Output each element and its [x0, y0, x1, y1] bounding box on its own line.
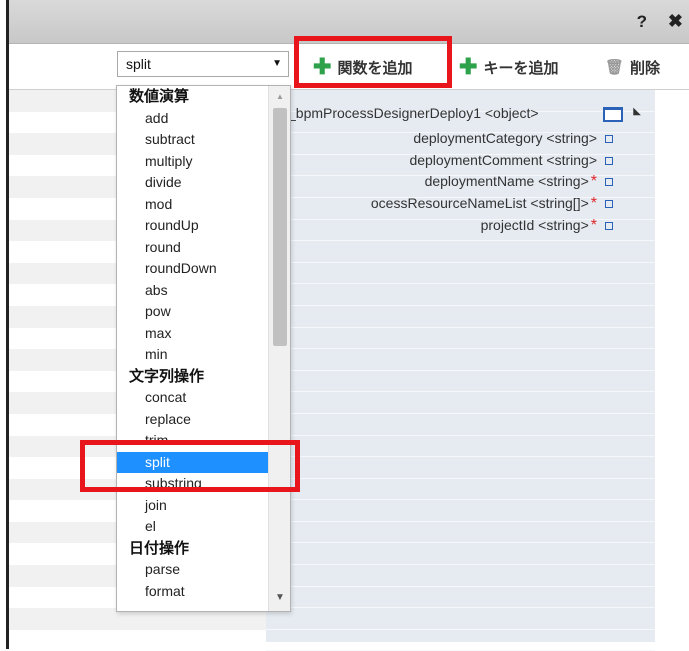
tree-field-label: deploymentComment <string> — [409, 152, 597, 168]
function-select[interactable]: split ▼ — [117, 51, 289, 77]
right-pane-row — [266, 328, 655, 350]
dropdown-option-roundDown[interactable]: roundDown — [117, 258, 290, 280]
dropdown-option-min[interactable]: min — [117, 344, 290, 366]
dropdown-option-concat[interactable]: concat — [117, 387, 290, 409]
dropdown-option-roundUp[interactable]: roundUp — [117, 215, 290, 237]
dropdown-option-format[interactable]: format — [117, 581, 290, 603]
dropdown-group-header: 文字列操作 — [129, 367, 205, 385]
right-pane-row — [266, 479, 655, 501]
tree-field-text: ocessResourceNameList <string[]> — [370, 195, 589, 212]
tree-field-text: deploymentComment <string> — [409, 151, 597, 168]
scrollbar-thumb[interactable] — [273, 108, 287, 346]
dropdown-option-join[interactable]: join — [117, 495, 290, 517]
right-pane-row — [266, 392, 655, 414]
dropdown-scrollbar[interactable]: ▲ ▼ — [268, 86, 290, 611]
dropdown-option-round[interactable]: round — [117, 237, 290, 259]
right-pane-row — [266, 457, 655, 479]
dropdown-option-divide[interactable]: divide — [117, 172, 290, 194]
function-select-value: split — [126, 56, 151, 72]
left-pane-row — [9, 629, 266, 651]
right-pane-row — [266, 414, 655, 436]
dropdown-option-el[interactable]: el — [117, 516, 290, 538]
dropdown-option-pow[interactable]: pow — [117, 301, 290, 323]
right-pane-row — [266, 587, 655, 609]
right-pane-row — [266, 306, 655, 328]
mapping-anchor-icon[interactable] — [605, 156, 613, 165]
dropdown-option-abs[interactable]: abs — [117, 280, 290, 302]
highlight-add-function — [294, 36, 452, 88]
dropdown-option-replace[interactable]: replace — [117, 409, 290, 431]
add-key-button[interactable]: ✚ キーを追加 — [459, 54, 558, 80]
tree-field-text: projectId <string> — [480, 216, 589, 233]
chevron-down-icon[interactable]: ▼ — [272, 58, 282, 69]
required-marker: * — [590, 216, 597, 234]
required-marker: * — [590, 173, 597, 191]
right-pane-row — [266, 349, 655, 371]
function-dropdown-list[interactable]: 数値演算 add subtract multiply divide mod roundUp r… — [116, 85, 291, 612]
tree-root-label: _bpmProcessDesignerDeploy1 <object> — [288, 105, 539, 121]
tree-field-label: projectId <string> * — [481, 217, 597, 235]
scroll-down-icon[interactable]: ▼ — [275, 592, 285, 603]
tree-field-label: deploymentCategory <string> — [413, 130, 597, 146]
right-pane-row — [266, 371, 655, 393]
mapping-anchor-icon[interactable] — [605, 178, 613, 187]
trash-icon: 🗑 — [605, 59, 625, 76]
help-icon[interactable]: ? — [637, 12, 647, 32]
right-pane-row — [266, 500, 655, 522]
right-pane-row — [266, 543, 655, 566]
right-pane-row — [266, 608, 655, 630]
dropdown-option-max[interactable]: max — [117, 323, 290, 345]
dropdown-group-header: 数値演算 — [129, 88, 190, 105]
right-pane-row — [266, 263, 655, 285]
delete-label: 削除 — [630, 59, 661, 77]
right-pane-row — [266, 630, 655, 651]
tree-field-label: deploymentName <string> * — [425, 173, 597, 191]
collapse-triangle-icon[interactable]: ◣ — [633, 106, 641, 117]
close-icon[interactable]: ✖ — [668, 11, 683, 32]
plus-icon: ✚ — [459, 54, 478, 79]
dropdown-option-mod[interactable]: mod — [117, 194, 290, 216]
mapping-anchor-icon[interactable] — [605, 135, 613, 143]
tree-field-text: deploymentName <string> — [424, 173, 589, 190]
scroll-up-icon[interactable]: ▲ — [276, 92, 284, 101]
right-pane-row — [266, 284, 655, 306]
required-marker: * — [590, 195, 597, 213]
tree-field-label: ocessResourceNameList <string[]> * — [371, 195, 597, 213]
delete-button[interactable]: 🗑 削除 — [605, 54, 660, 80]
dropdown-option-subtract[interactable]: subtract — [117, 129, 290, 151]
dropdown-option-parse[interactable]: parse — [117, 559, 290, 581]
right-pane-row — [266, 241, 655, 263]
tree-root-node[interactable]: _bpmProcessDesignerDeploy1 <object> ◣ — [266, 101, 655, 127]
dropdown-option-multiply[interactable]: multiply — [117, 151, 290, 173]
right-pane-row — [266, 565, 655, 587]
mapping-anchor-icon[interactable] — [605, 221, 613, 230]
add-key-label: キーを追加 — [483, 59, 559, 77]
dropdown-option-add[interactable]: add — [117, 108, 290, 130]
tree-field-text: deploymentCategory <string> — [413, 130, 597, 146]
mapping-anchor-icon[interactable] — [605, 200, 613, 209]
highlight-split-option — [80, 440, 300, 492]
object-window-icon — [603, 107, 623, 122]
tree-field-row[interactable]: projectId <string> * — [266, 213, 655, 239]
right-pane-row — [266, 522, 655, 544]
dropdown-group-header: 日付操作 — [129, 539, 190, 557]
right-pane-row — [266, 436, 655, 458]
